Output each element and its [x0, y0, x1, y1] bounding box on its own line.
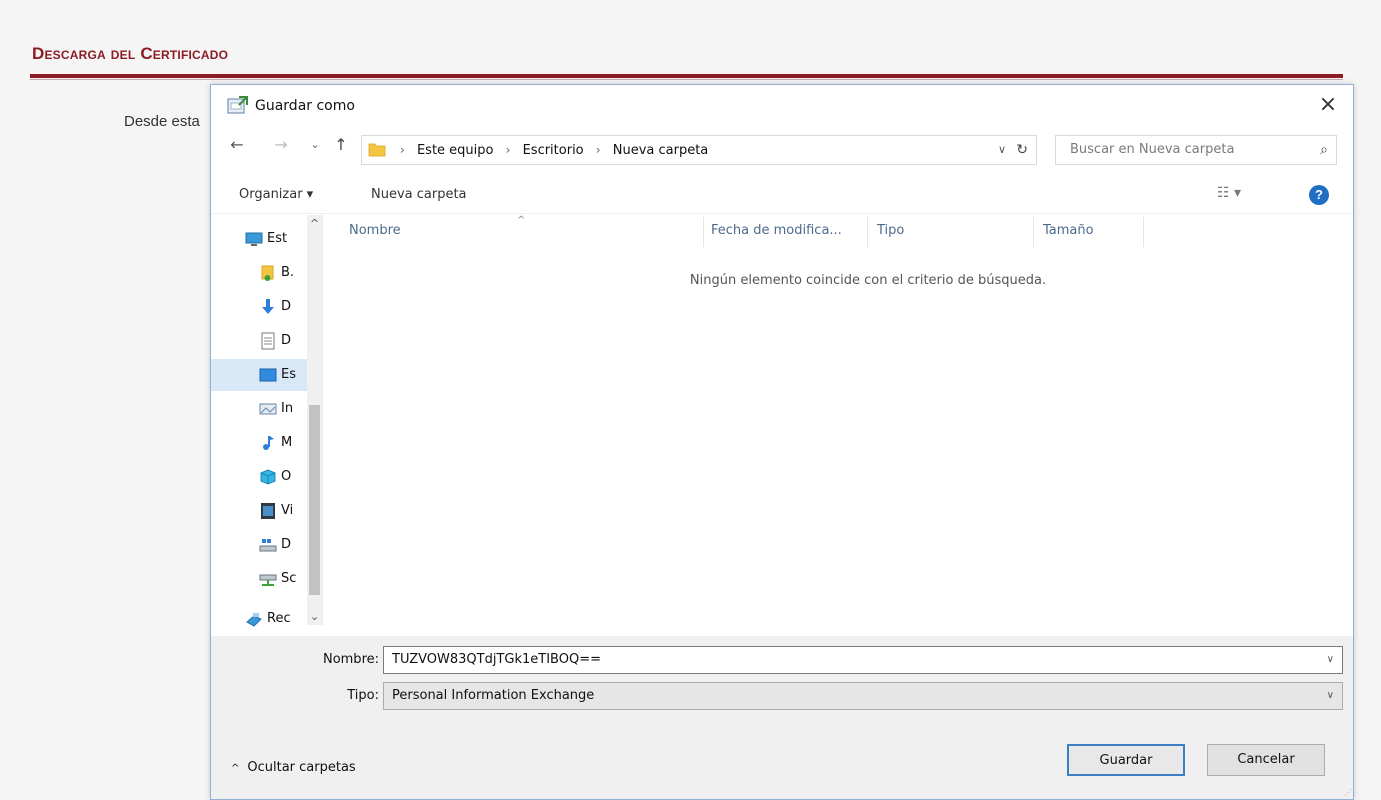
nav-item-music[interactable]: M: [211, 427, 311, 459]
filetype-value: Personal Information Exchange: [392, 688, 595, 703]
column-divider[interactable]: [1143, 217, 1144, 247]
navigation-pane-scrollbar[interactable]: ^ ⌄: [307, 215, 323, 625]
nav-item-label: Rec: [267, 611, 291, 626]
dialog-titlebar[interactable]: Guardar como ×: [211, 85, 1353, 125]
desktop-icon: [259, 368, 277, 382]
sort-indicator-icon: ^: [517, 215, 526, 226]
nav-item-label: O: [281, 469, 292, 484]
breadcrumb-separator: ›: [595, 143, 601, 157]
breadcrumb-separator: ›: [400, 143, 405, 157]
nav-item-network-drive[interactable]: Sc: [211, 563, 311, 595]
scroll-up-icon[interactable]: ^: [310, 217, 319, 230]
network-drive-icon: [259, 574, 277, 586]
cancel-button[interactable]: Cancelar: [1207, 744, 1325, 776]
nav-item-pictures[interactable]: In: [211, 393, 311, 425]
recent-locations-icon[interactable]: ⌄: [307, 133, 323, 157]
nav-item-label: D: [281, 299, 292, 314]
hide-folders-label: Ocultar carpetas: [247, 760, 356, 775]
save-button[interactable]: Guardar: [1067, 744, 1185, 776]
chevron-up-icon: ^: [231, 763, 240, 774]
nav-item-label: In: [281, 401, 294, 416]
music-icon: [263, 436, 274, 450]
nav-item-label: M: [281, 435, 293, 450]
nav-item-label: B.: [281, 265, 295, 280]
search-input[interactable]: Buscar en Nueva carpeta ⌕: [1055, 135, 1337, 165]
dialog-title: Guardar como: [255, 98, 355, 114]
nav-item-documents[interactable]: D: [211, 325, 311, 357]
local-disk-icon: [259, 539, 277, 552]
user-folder-icon: [261, 265, 274, 281]
hide-folders-toggle[interactable]: ^ Ocultar carpetas: [231, 760, 356, 775]
page-body-text: Desde esta: [124, 113, 200, 130]
chevron-down-icon[interactable]: ∨: [1327, 647, 1334, 673]
view-options-icon[interactable]: ☷ ▾: [1217, 185, 1241, 201]
nav-item-label: Vi: [281, 503, 294, 518]
nav-item-label: D: [281, 537, 292, 552]
resize-grip-icon[interactable]: ⋰: [1344, 788, 1352, 797]
page-title: Descarga del Certificado: [32, 44, 229, 63]
nav-item-downloads[interactable]: D: [211, 291, 311, 323]
refresh-icon[interactable]: ↻: [1016, 136, 1028, 164]
pictures-icon: [259, 403, 277, 415]
nav-item-user-folder[interactable]: B.: [211, 257, 311, 289]
file-list: ^ Nombre Fecha de modifica... Tipo Tamañ…: [325, 215, 1351, 635]
breadcrumb: › Este equipo › Escritorio › Nueva carpe…: [392, 136, 708, 164]
scroll-down-icon[interactable]: ⌄: [310, 610, 319, 623]
filetype-label: Tipo:: [347, 688, 379, 703]
title-underline: [30, 74, 1343, 78]
title-underline-shadow: [30, 79, 1343, 80]
column-header-date[interactable]: Fecha de modifica...: [711, 215, 842, 247]
filename-input[interactable]: TUZVOW83QTdjTGk1eTIBOQ== ∨: [383, 646, 1343, 674]
breadcrumb-escritorio[interactable]: Escritorio: [523, 143, 584, 158]
search-placeholder: Buscar en Nueva carpeta: [1070, 142, 1235, 157]
folder-icon: [368, 143, 386, 157]
save-as-dialog: Guardar como × ← → ⌄ ↑ › Este equipo › E…: [210, 84, 1354, 800]
nav-item-local-disk[interactable]: D: [211, 529, 311, 561]
nav-item-label: Sc: [281, 571, 297, 586]
filename-value: TUZVOW83QTdjTGk1eTIBOQ==: [392, 652, 601, 667]
save-as-icon: [227, 96, 248, 114]
nav-item-label: D: [281, 333, 292, 348]
column-divider[interactable]: [1033, 217, 1034, 247]
breadcrumb-este-equipo[interactable]: Este equipo: [417, 143, 494, 158]
back-arrow-icon[interactable]: ←: [227, 133, 247, 157]
column-divider[interactable]: [703, 217, 704, 247]
nav-item-label: Es: [281, 367, 296, 382]
column-header-type[interactable]: Tipo: [877, 215, 904, 247]
address-bar[interactable]: › Este equipo › Escritorio › Nueva carpe…: [361, 135, 1037, 165]
3d-objects-icon: [260, 469, 276, 485]
breadcrumb-nueva-carpeta[interactable]: Nueva carpeta: [613, 143, 709, 158]
forward-arrow-icon[interactable]: →: [271, 133, 291, 157]
up-arrow-icon[interactable]: ↑: [331, 133, 351, 157]
search-icon[interactable]: ⌕: [1320, 136, 1328, 164]
videos-icon: [261, 503, 275, 519]
downloads-icon: [262, 299, 274, 314]
address-dropdown-icon[interactable]: ∨: [998, 136, 1006, 164]
breadcrumb-separator: ›: [505, 143, 511, 157]
column-header-name[interactable]: Nombre: [349, 215, 401, 247]
empty-folder-message: Ningún elemento coincide con el criterio…: [689, 273, 1047, 288]
organize-menu[interactable]: Organizar ▾: [239, 177, 313, 213]
close-button[interactable]: ×: [1313, 91, 1343, 119]
computer-icon: [245, 232, 263, 246]
nav-item-escritorio[interactable]: Es: [211, 359, 311, 391]
chevron-down-icon[interactable]: ∨: [1327, 683, 1334, 709]
command-toolbar: Organizar ▾ Nueva carpeta ☷ ▾ ?: [211, 177, 1353, 214]
scrollbar-thumb[interactable]: [309, 405, 320, 595]
column-header-size[interactable]: Tamaño: [1043, 215, 1094, 247]
nav-item-este-equipo[interactable]: Est: [211, 223, 311, 255]
column-divider[interactable]: [867, 217, 868, 247]
documents-icon: [261, 332, 275, 350]
save-options-panel: Nombre: TUZVOW83QTdjTGk1eTIBOQ== ∨ Tipo:…: [211, 636, 1353, 799]
network-icon: [246, 613, 262, 627]
help-icon[interactable]: ?: [1309, 185, 1329, 205]
filetype-select[interactable]: Personal Information Exchange ∨: [383, 682, 1343, 710]
nav-item-network[interactable]: Rec: [211, 603, 311, 635]
filename-label: Nombre:: [322, 652, 379, 667]
navigation-bar: ← → ⌄ ↑ › Este equipo › Escritorio › Nue…: [211, 125, 1353, 165]
nav-item-label: Est: [267, 231, 288, 246]
nav-item-videos[interactable]: Vi: [211, 495, 311, 527]
nav-item-3d-objects[interactable]: O: [211, 461, 311, 493]
new-folder-button[interactable]: Nueva carpeta: [371, 177, 467, 213]
